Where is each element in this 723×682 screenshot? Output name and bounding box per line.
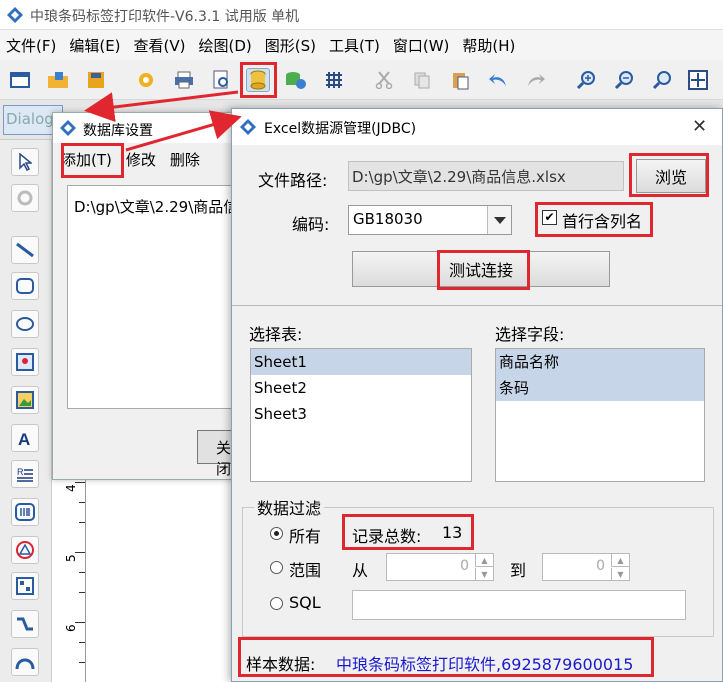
arrow-to-db-dialog xyxy=(84,90,239,122)
arrow-to-excel-dialog xyxy=(125,110,242,152)
annotation-arrows xyxy=(84,90,242,152)
